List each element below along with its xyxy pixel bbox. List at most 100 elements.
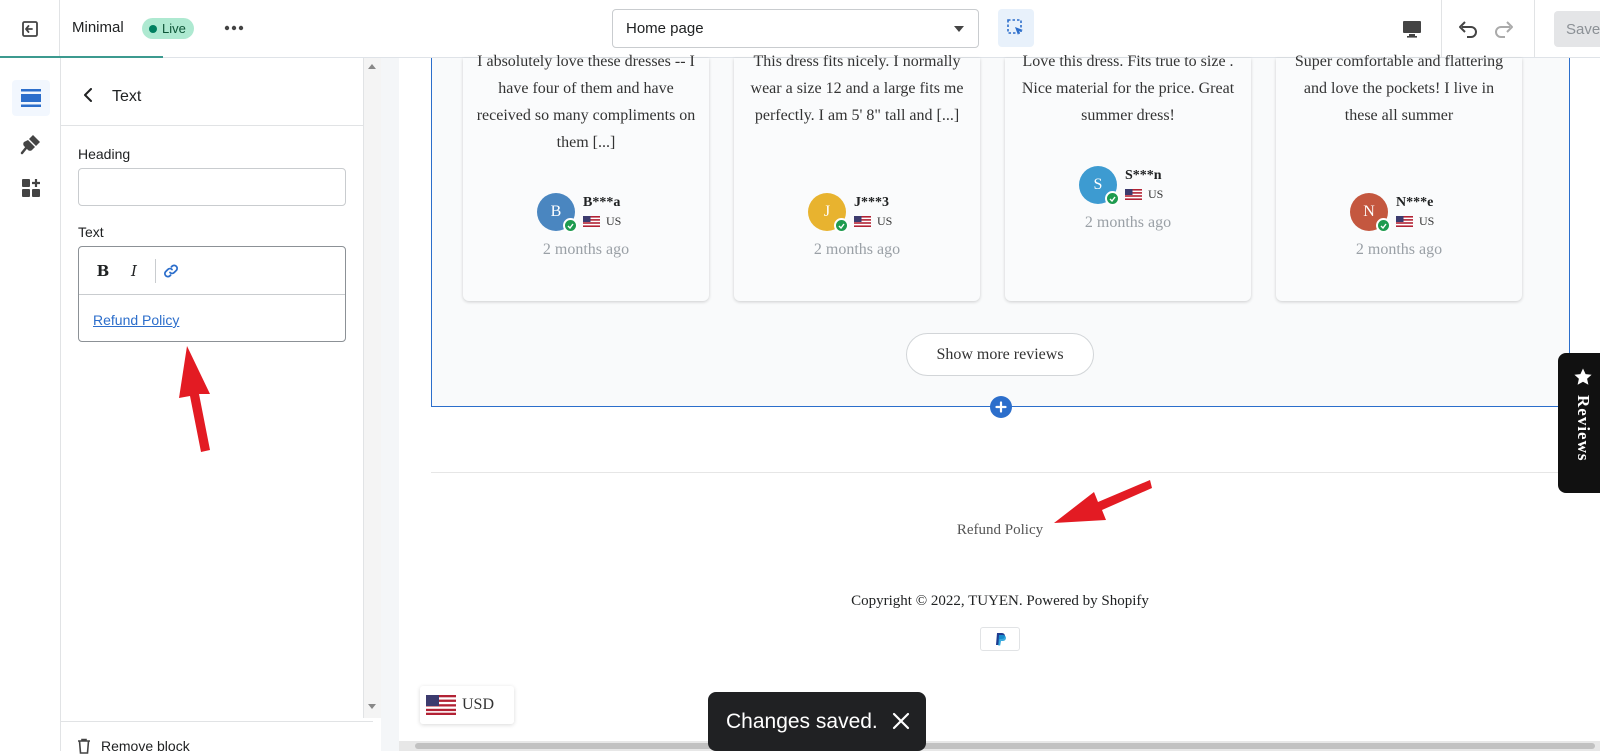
bold-button[interactable]: B	[91, 259, 115, 283]
plus-icon	[995, 401, 1007, 413]
reviewer-name: B***a	[583, 195, 621, 210]
panel-header: Text	[61, 58, 363, 126]
back-icon	[84, 88, 92, 102]
verified-check-icon	[1376, 218, 1391, 233]
us-flag-icon	[426, 695, 456, 715]
save-button[interactable]: Save	[1554, 11, 1600, 47]
footer-divider	[431, 472, 1570, 473]
review-text: Love this dress. Fits true to size . Nic…	[1021, 53, 1235, 124]
italic-button[interactable]: I	[122, 259, 146, 283]
paypal-payment-icon	[980, 627, 1020, 651]
us-flag-icon	[1396, 216, 1413, 227]
reviewer-name: N***e	[1396, 195, 1434, 210]
app-blocks-tab[interactable]	[12, 170, 50, 206]
trash-icon	[78, 738, 90, 754]
topbar-divider	[1534, 0, 1535, 57]
close-icon	[892, 712, 910, 730]
review-time: 2 months ago	[1355, 241, 1443, 258]
add-section-button[interactable]	[990, 396, 1012, 418]
live-badge-label: Live	[162, 21, 186, 36]
exit-button[interactable]	[0, 0, 60, 57]
more-actions-button[interactable]	[218, 14, 250, 42]
avatar: N	[1350, 193, 1391, 233]
verified-check-icon	[834, 218, 849, 233]
heading-field-label: Heading	[78, 146, 131, 162]
sections-icon	[21, 89, 41, 107]
link-icon	[164, 264, 178, 278]
scroll-up-arrow[interactable]	[368, 64, 376, 69]
inspector-toggle-button[interactable]	[998, 9, 1034, 47]
italic-icon: I	[131, 262, 137, 280]
exit-icon	[21, 20, 38, 37]
panel-footer: Remove block	[61, 721, 373, 754]
preview-gutter	[381, 58, 399, 751]
desktop-icon	[1403, 21, 1421, 38]
heading-input[interactable]	[78, 168, 346, 206]
verified-check-icon	[1105, 191, 1120, 206]
currency-code: USD	[462, 696, 495, 713]
page-selector[interactable]: Home page	[612, 9, 979, 48]
us-flag-icon	[1125, 189, 1142, 200]
link-button[interactable]	[159, 259, 183, 283]
review-text: This dress fits nicely. I normally wear …	[750, 53, 964, 124]
back-button[interactable]	[77, 84, 99, 106]
show-more-reviews-button[interactable]: Show more reviews	[906, 333, 1094, 376]
redo-button[interactable]	[1490, 14, 1520, 44]
theme-settings-tab[interactable]	[12, 126, 50, 162]
avatar-initial: B	[550, 203, 562, 220]
toast-close-button[interactable]	[890, 710, 912, 732]
redo-icon	[1495, 21, 1513, 38]
reviewer: B B***a US	[537, 192, 622, 233]
reviewer-country: US	[1148, 187, 1164, 201]
toast-message: Changes saved.	[726, 709, 878, 733]
inspector-icon	[1007, 19, 1023, 35]
app-blocks-icon	[22, 179, 40, 197]
avatar: B	[537, 193, 578, 233]
preview-horizontal-scrollbar[interactable]	[399, 741, 1600, 751]
paypal-icon	[996, 633, 1006, 646]
verified-check-icon	[563, 218, 578, 233]
review-card: Super comfortable and flattering and lov…	[1276, 53, 1522, 301]
panel-title: Text	[112, 88, 142, 105]
reviewer: S S***n US	[1079, 165, 1164, 206]
scroll-down-arrow[interactable]	[368, 704, 376, 709]
remove-block-button[interactable]: Remove block	[77, 738, 190, 754]
avatar: J	[808, 193, 849, 233]
reviews-floating-tab[interactable]: Reviews	[1558, 353, 1600, 493]
review-card: I absolutely love these dresses -- I hav…	[463, 53, 709, 301]
bold-icon: B	[96, 262, 110, 280]
live-dot	[149, 24, 157, 33]
text-field-label: Text	[78, 224, 104, 240]
chevron-down-icon	[954, 26, 964, 32]
footer-copyright: Copyright © 2022, TUYEN. Powered by Shop…	[851, 593, 1149, 609]
us-flag-icon	[854, 216, 871, 227]
undo-button[interactable]	[1452, 14, 1482, 44]
live-status-badge: Live	[142, 18, 194, 39]
theme-settings-icon	[20, 135, 40, 155]
annotation-arrow	[1054, 480, 1152, 523]
reviewer: J J***3 US	[808, 192, 893, 233]
reviewer-name: S***n	[1125, 168, 1162, 183]
reviewer-name: J***3	[854, 195, 889, 210]
remove-block-label: Remove block	[101, 738, 190, 754]
review-text: I absolutely love these dresses -- I hav…	[476, 53, 696, 151]
review-time: 2 months ago	[813, 241, 901, 258]
toast-notification: Changes saved.	[708, 692, 926, 751]
scrollbar-thumb[interactable]	[415, 743, 1595, 749]
reviews-tab-label: Reviews	[1574, 395, 1593, 462]
review-card: Love this dress. Fits true to size . Nic…	[1005, 53, 1251, 301]
desktop-view-button[interactable]	[1396, 14, 1428, 44]
review-text: Super comfortable and flattering and lov…	[1294, 53, 1504, 124]
reviewer-country: US	[606, 214, 622, 228]
reviewer-country: US	[877, 214, 893, 228]
editor-left-rail	[0, 58, 61, 751]
currency-selector[interactable]: USD	[420, 686, 514, 724]
panel-scrollbar[interactable]	[363, 58, 381, 718]
sections-tab[interactable]	[12, 80, 50, 116]
rich-text-link[interactable]: Refund Policy	[93, 312, 179, 328]
reviewer-country: US	[1419, 214, 1435, 228]
rich-text-editor[interactable]: B I Refund Policy	[78, 246, 346, 342]
reviewer: N N***e US	[1350, 192, 1435, 233]
toolbar-divider	[155, 259, 156, 283]
avatar-initial: S	[1093, 176, 1103, 193]
